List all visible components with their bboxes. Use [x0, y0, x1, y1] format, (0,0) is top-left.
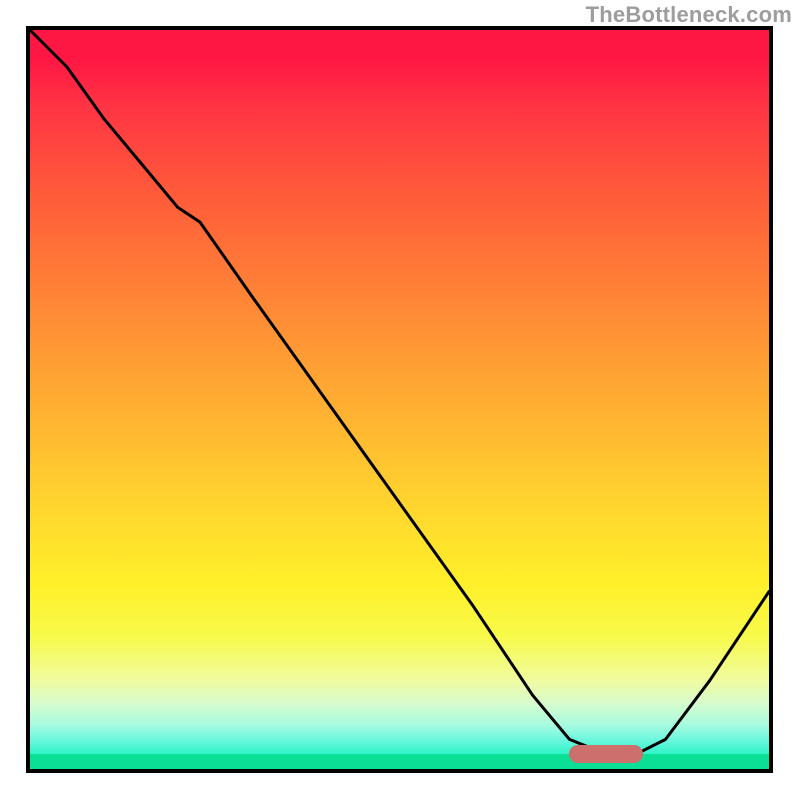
bottleneck-curve: [30, 30, 769, 769]
chart-container: TheBottleneck.com: [0, 0, 800, 800]
watermark-text: TheBottleneck.com: [586, 2, 792, 28]
plot-frame: [26, 26, 773, 773]
optimal-range-marker: [569, 745, 643, 763]
